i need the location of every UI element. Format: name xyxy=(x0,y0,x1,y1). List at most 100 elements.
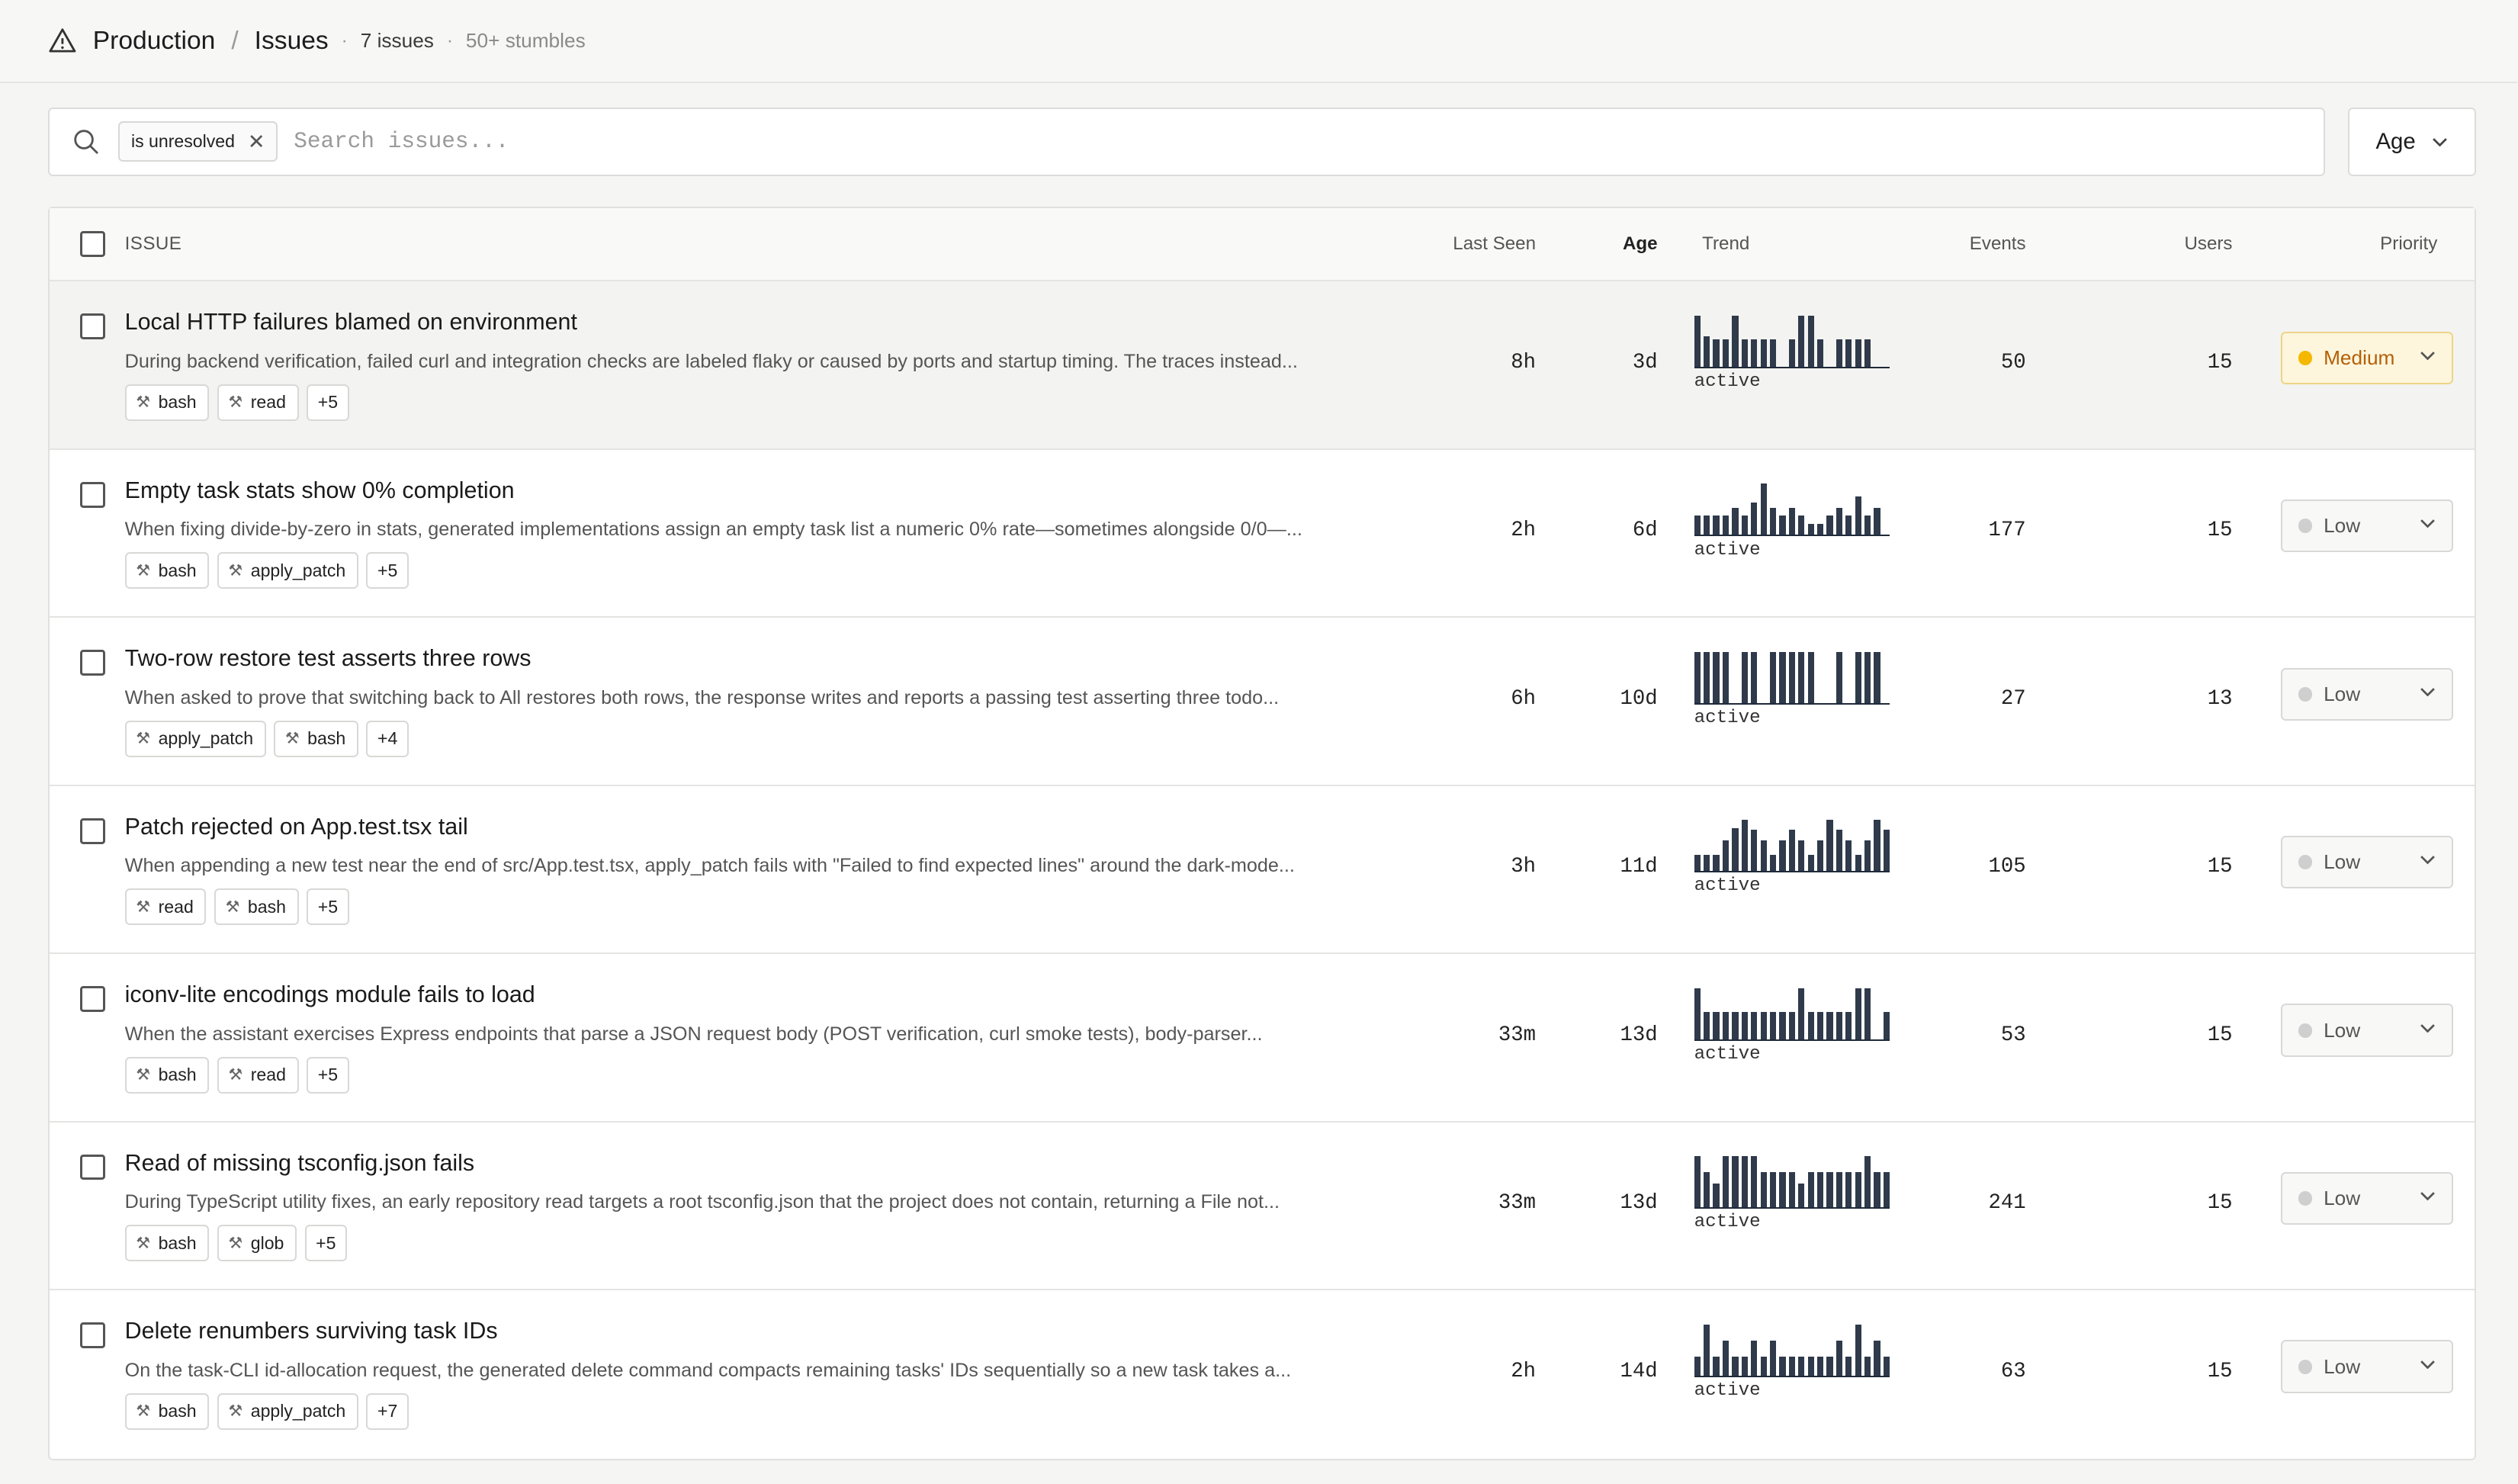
table-header: ISSUE Last Seen Age Trend Events Users P… xyxy=(49,207,2475,282)
priority-label: Low xyxy=(2324,1018,2361,1042)
trend-bar xyxy=(1769,1172,1777,1208)
row-checkbox[interactable] xyxy=(79,817,106,844)
search-input[interactable] xyxy=(294,129,2324,155)
row-checkbox[interactable] xyxy=(79,650,106,676)
trend-bar xyxy=(1798,516,1805,535)
table-row[interactable]: iconv-lite encodings module fails to loa… xyxy=(49,954,2475,1123)
trend-bar xyxy=(1694,516,1701,535)
more-tags-badge[interactable]: +5 xyxy=(307,384,349,421)
priority-label: Low xyxy=(2324,1354,2361,1378)
tool-tag-label: bash xyxy=(158,1232,197,1253)
tool-tag[interactable]: ⚒ bash xyxy=(124,552,210,589)
column-users[interactable]: Users xyxy=(2184,233,2232,255)
table-row[interactable]: Empty task stats show 0% completion When… xyxy=(49,450,2475,618)
priority-dropdown[interactable]: Low xyxy=(2280,1340,2454,1393)
age-value: 11d xyxy=(1620,855,1658,879)
more-tags-badge[interactable]: +4 xyxy=(366,720,409,757)
search-bar[interactable]: is unresolved ✕ xyxy=(47,107,2326,176)
tool-tag[interactable]: ⚒ glob xyxy=(217,1225,297,1262)
table-row[interactable]: Local HTTP failures blamed on environmen… xyxy=(49,281,2475,450)
trend-bar xyxy=(1779,840,1786,872)
row-checkbox[interactable] xyxy=(79,986,106,1012)
trend-bar xyxy=(1760,1172,1767,1208)
age-value: 10d xyxy=(1620,686,1658,711)
column-events[interactable]: Events xyxy=(1970,233,2026,255)
tool-tag[interactable]: ⚒ bash xyxy=(124,1056,210,1094)
tool-tag[interactable]: ⚒ bash xyxy=(214,888,299,926)
select-all-checkbox[interactable] xyxy=(79,231,106,257)
trend-bar xyxy=(1741,1156,1748,1208)
issue-title[interactable]: iconv-lite encodings module fails to loa… xyxy=(125,981,535,1008)
trend-bar xyxy=(1713,1012,1720,1039)
priority-dropdown[interactable]: Low xyxy=(2280,667,2454,721)
issue-description: When the assistant exercises Express end… xyxy=(124,1023,1263,1045)
trend-bar xyxy=(1751,503,1758,535)
priority-dot xyxy=(2298,519,2313,534)
priority-dropdown[interactable]: Low xyxy=(2280,1171,2454,1225)
tag-list: ⚒ bash ⚒ read +5 xyxy=(124,384,349,421)
more-tags-badge[interactable]: +5 xyxy=(307,888,349,926)
trend-bar xyxy=(1751,1340,1758,1376)
row-checkbox[interactable] xyxy=(79,481,106,508)
trend-bar xyxy=(1704,855,1710,872)
sort-dropdown[interactable]: Age xyxy=(2347,107,2476,176)
issue-title[interactable]: Delete renumbers surviving task IDs xyxy=(125,1318,498,1344)
tool-tag[interactable]: ⚒ bash xyxy=(124,1225,210,1262)
issues-table: ISSUE Last Seen Age Trend Events Users P… xyxy=(47,206,2476,1460)
table-row[interactable]: Patch rejected on App.test.tsx tail When… xyxy=(49,786,2475,955)
trend-bar xyxy=(1769,651,1777,703)
trend-bar xyxy=(1864,988,1871,1039)
filter-chip-label: is unresolved xyxy=(130,131,235,152)
trend-label: active xyxy=(1694,708,1761,728)
breadcrumb-project[interactable]: Production xyxy=(93,27,216,56)
tool-tag[interactable]: ⚒ bash xyxy=(274,720,358,757)
trend-bar xyxy=(1836,1012,1842,1039)
separator-dot: · xyxy=(341,30,348,52)
tool-tag[interactable]: ⚒ apply_patch xyxy=(217,552,358,589)
table-row[interactable]: Delete renumbers surviving task IDs On t… xyxy=(50,1290,2475,1458)
priority-dropdown[interactable]: Low xyxy=(2280,1004,2454,1057)
tool-tag[interactable]: ⚒ apply_patch xyxy=(217,1392,358,1430)
table-row[interactable]: Read of missing tsconfig.json fails Duri… xyxy=(49,1123,2475,1291)
tool-tag[interactable]: ⚒ read xyxy=(124,888,207,926)
issue-title[interactable]: Read of missing tsconfig.json fails xyxy=(125,1150,474,1177)
issue-title[interactable]: Two-row restore test asserts three rows xyxy=(125,645,532,672)
table-row[interactable]: Two-row restore test asserts three rows … xyxy=(49,618,2475,786)
priority-dropdown[interactable]: Medium xyxy=(2280,331,2454,384)
trend-bar xyxy=(1826,1012,1833,1039)
trend-bar xyxy=(1845,1356,1852,1376)
more-tags-badge[interactable]: +5 xyxy=(304,1225,348,1262)
issue-title[interactable]: Empty task stats show 0% completion xyxy=(125,477,515,504)
priority-dropdown[interactable]: Low xyxy=(2280,836,2454,889)
tag-list: ⚒ bash ⚒ read +5 xyxy=(124,1056,349,1094)
tool-tag[interactable]: ⚒ read xyxy=(217,1056,299,1094)
more-tags-badge[interactable]: +7 xyxy=(366,1392,409,1430)
trend-bar xyxy=(1807,523,1814,535)
trend-bar xyxy=(1816,1172,1824,1208)
trend-bar xyxy=(1807,315,1814,367)
tool-tag[interactable]: ⚒ read xyxy=(217,384,299,421)
chevron-down-icon xyxy=(2420,856,2436,865)
row-checkbox[interactable] xyxy=(79,1154,106,1180)
tool-tag[interactable]: ⚒ apply_patch xyxy=(124,720,266,757)
more-tags-badge[interactable]: +5 xyxy=(307,1056,349,1094)
trend-bar xyxy=(1722,1340,1730,1376)
issue-title[interactable]: Patch rejected on App.test.tsx tail xyxy=(125,814,468,840)
tool-tag[interactable]: ⚒ bash xyxy=(124,384,210,421)
column-priority[interactable]: Priority xyxy=(2380,233,2437,255)
issue-title[interactable]: Local HTTP failures blamed on environmen… xyxy=(125,309,577,336)
trend-bar xyxy=(1694,315,1701,367)
column-age[interactable]: Age xyxy=(1623,233,1658,255)
row-checkbox[interactable] xyxy=(79,1322,106,1348)
row-checkbox[interactable] xyxy=(79,313,106,340)
trend-bar xyxy=(1836,339,1842,367)
close-icon[interactable]: ✕ xyxy=(248,130,265,154)
trend-bar xyxy=(1760,339,1767,367)
search-icon xyxy=(74,130,99,154)
more-tags-badge[interactable]: +5 xyxy=(366,552,409,589)
column-last-seen[interactable]: Last Seen xyxy=(1453,233,1536,255)
priority-dropdown[interactable]: Low xyxy=(2280,499,2454,553)
tool-tag[interactable]: ⚒ bash xyxy=(124,1392,210,1430)
trend-bar xyxy=(1816,339,1824,367)
trend-bar xyxy=(1864,840,1871,872)
